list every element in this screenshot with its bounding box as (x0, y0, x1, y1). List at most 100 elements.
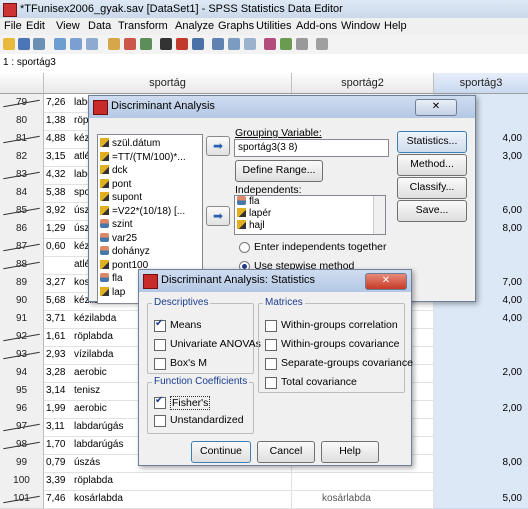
save-icon[interactable] (18, 38, 30, 50)
row-number[interactable]: 84 (0, 184, 44, 203)
dialog-recall-icon[interactable] (54, 38, 66, 50)
variable-item[interactable]: lap (100, 286, 125, 299)
menu-analyze[interactable]: Analyze (175, 20, 214, 32)
cell-sportag3[interactable] (434, 382, 528, 401)
variable-item[interactable]: pont (100, 178, 131, 191)
row-number[interactable]: 88 (0, 256, 44, 275)
enter-together-radio[interactable] (239, 242, 250, 253)
column-header-sportag3[interactable]: sportág3 (434, 73, 528, 94)
variable-item[interactable]: fla (100, 273, 123, 285)
cell-sportag3[interactable] (434, 328, 528, 347)
row-number[interactable]: 82 (0, 148, 44, 167)
cell-sportag[interactable]: 7,46 kosárlabda (44, 490, 292, 509)
row-number[interactable]: 100 (0, 472, 44, 491)
column-header-sportag2[interactable]: sportág2 (292, 73, 434, 94)
variable-item[interactable]: dck (100, 165, 128, 177)
column-header-sportag[interactable]: sportág (44, 73, 292, 94)
cell-sportag[interactable]: 3,39 röplabda (44, 472, 292, 491)
total-covariance-checkbox[interactable] (265, 377, 277, 389)
variable-item[interactable]: szint (100, 219, 133, 231)
cell-sportag3[interactable]: 2,00 (434, 400, 528, 419)
menu-edit[interactable]: Edit (26, 20, 45, 32)
help-button[interactable]: Help (321, 441, 379, 463)
row-number[interactable]: 81 (0, 130, 44, 149)
redo-icon[interactable] (86, 38, 98, 50)
menu-window[interactable]: Window (341, 20, 380, 32)
menu-graphs[interactable]: Graphs (218, 20, 254, 32)
row-number[interactable]: 101 (0, 490, 44, 509)
row-number[interactable]: 89 (0, 274, 44, 293)
spell-icon[interactable] (316, 38, 328, 50)
cell-sportag3[interactable] (434, 436, 528, 455)
unstandardized-checkbox[interactable] (154, 415, 166, 427)
variable-item[interactable]: var25 (100, 232, 137, 245)
goto-variable-icon[interactable] (124, 38, 136, 50)
variable-item[interactable]: dohányz (100, 246, 150, 258)
use-sets-icon[interactable] (280, 38, 292, 50)
independents-list[interactable]: fla lapér hajl (234, 195, 386, 235)
variable-item[interactable]: szül.dátum (100, 138, 160, 150)
row-number[interactable]: 95 (0, 382, 44, 401)
row-number[interactable]: 90 (0, 292, 44, 311)
within-covariance-checkbox[interactable] (265, 339, 277, 351)
insert-variable-icon[interactable] (192, 38, 204, 50)
cell-sportag3[interactable] (434, 418, 528, 437)
row-number[interactable]: 83 (0, 166, 44, 185)
menu-file[interactable]: File (4, 20, 22, 32)
close-button[interactable]: ✕ (365, 273, 407, 290)
row-number[interactable]: 92 (0, 328, 44, 347)
weight-cases-icon[interactable] (228, 38, 240, 50)
statistics-button[interactable]: Statistics... (397, 131, 467, 153)
independents-scrollbar[interactable] (373, 196, 385, 234)
save-button[interactable]: Save... (397, 200, 467, 222)
fishers-checkbox[interactable] (154, 395, 166, 409)
menu-utilities[interactable]: Utilities (256, 20, 291, 32)
row-number[interactable]: 99 (0, 454, 44, 473)
cell-sportag3[interactable]: 2,00 (434, 364, 528, 383)
row-number[interactable]: 94 (0, 364, 44, 383)
find-icon[interactable] (160, 38, 172, 50)
variable-item[interactable]: supont (100, 192, 142, 204)
cell-sportag3[interactable]: 5,00 (434, 490, 528, 509)
grouping-variable-field[interactable]: sportág3(3 8) (234, 139, 389, 157)
open-icon[interactable] (3, 38, 15, 50)
cancel-button[interactable]: Cancel (257, 441, 315, 463)
classify-button[interactable]: Classify... (397, 177, 467, 199)
within-correlation-checkbox[interactable] (265, 320, 277, 332)
menu-data[interactable]: Data (88, 20, 111, 32)
cell-sportag3[interactable] (434, 472, 528, 491)
cell-sportag3[interactable]: 4,00 (434, 310, 528, 329)
row-number[interactable]: 87 (0, 238, 44, 257)
cell-sportag3[interactable] (434, 346, 528, 365)
continue-button[interactable]: Continue (191, 441, 251, 463)
print-icon[interactable] (33, 38, 45, 50)
split-file-icon[interactable] (212, 38, 224, 50)
cell-sportag3[interactable]: 8,00 (434, 454, 528, 473)
row-number[interactable]: 85 (0, 202, 44, 221)
variable-item[interactable]: =V22*(10/18) [... (100, 205, 185, 218)
independent-item[interactable]: fla (237, 196, 260, 208)
means-checkbox[interactable] (154, 318, 166, 332)
row-number[interactable]: 86 (0, 220, 44, 239)
variable-item[interactable]: =TT/(TM/100)*... (100, 151, 186, 164)
row-number[interactable]: 97 (0, 418, 44, 437)
menu-help[interactable]: Help (384, 20, 407, 32)
row-number[interactable]: 91 (0, 310, 44, 329)
show-all-icon[interactable] (296, 38, 308, 50)
move-independents-arrow-icon[interactable]: ➡ (206, 206, 230, 226)
menu-add-ons[interactable]: Add-ons (296, 20, 337, 32)
boxs-m-checkbox[interactable] (154, 358, 166, 370)
row-number[interactable]: 96 (0, 400, 44, 419)
menu-view[interactable]: View (56, 20, 80, 32)
select-cases-icon[interactable] (244, 38, 256, 50)
separate-covariance-checkbox[interactable] (265, 358, 277, 370)
close-button[interactable]: ✕ (415, 99, 457, 116)
define-range-button[interactable]: Define Range... (235, 160, 323, 182)
cell-sportag2[interactable] (292, 472, 434, 491)
univariate-anovas-checkbox[interactable] (154, 339, 166, 351)
menu-transform[interactable]: Transform (118, 20, 168, 32)
insert-cases-icon[interactable] (176, 38, 188, 50)
independent-item[interactable]: lapér (237, 208, 271, 220)
row-number[interactable]: 98 (0, 436, 44, 455)
undo-icon[interactable] (70, 38, 82, 50)
